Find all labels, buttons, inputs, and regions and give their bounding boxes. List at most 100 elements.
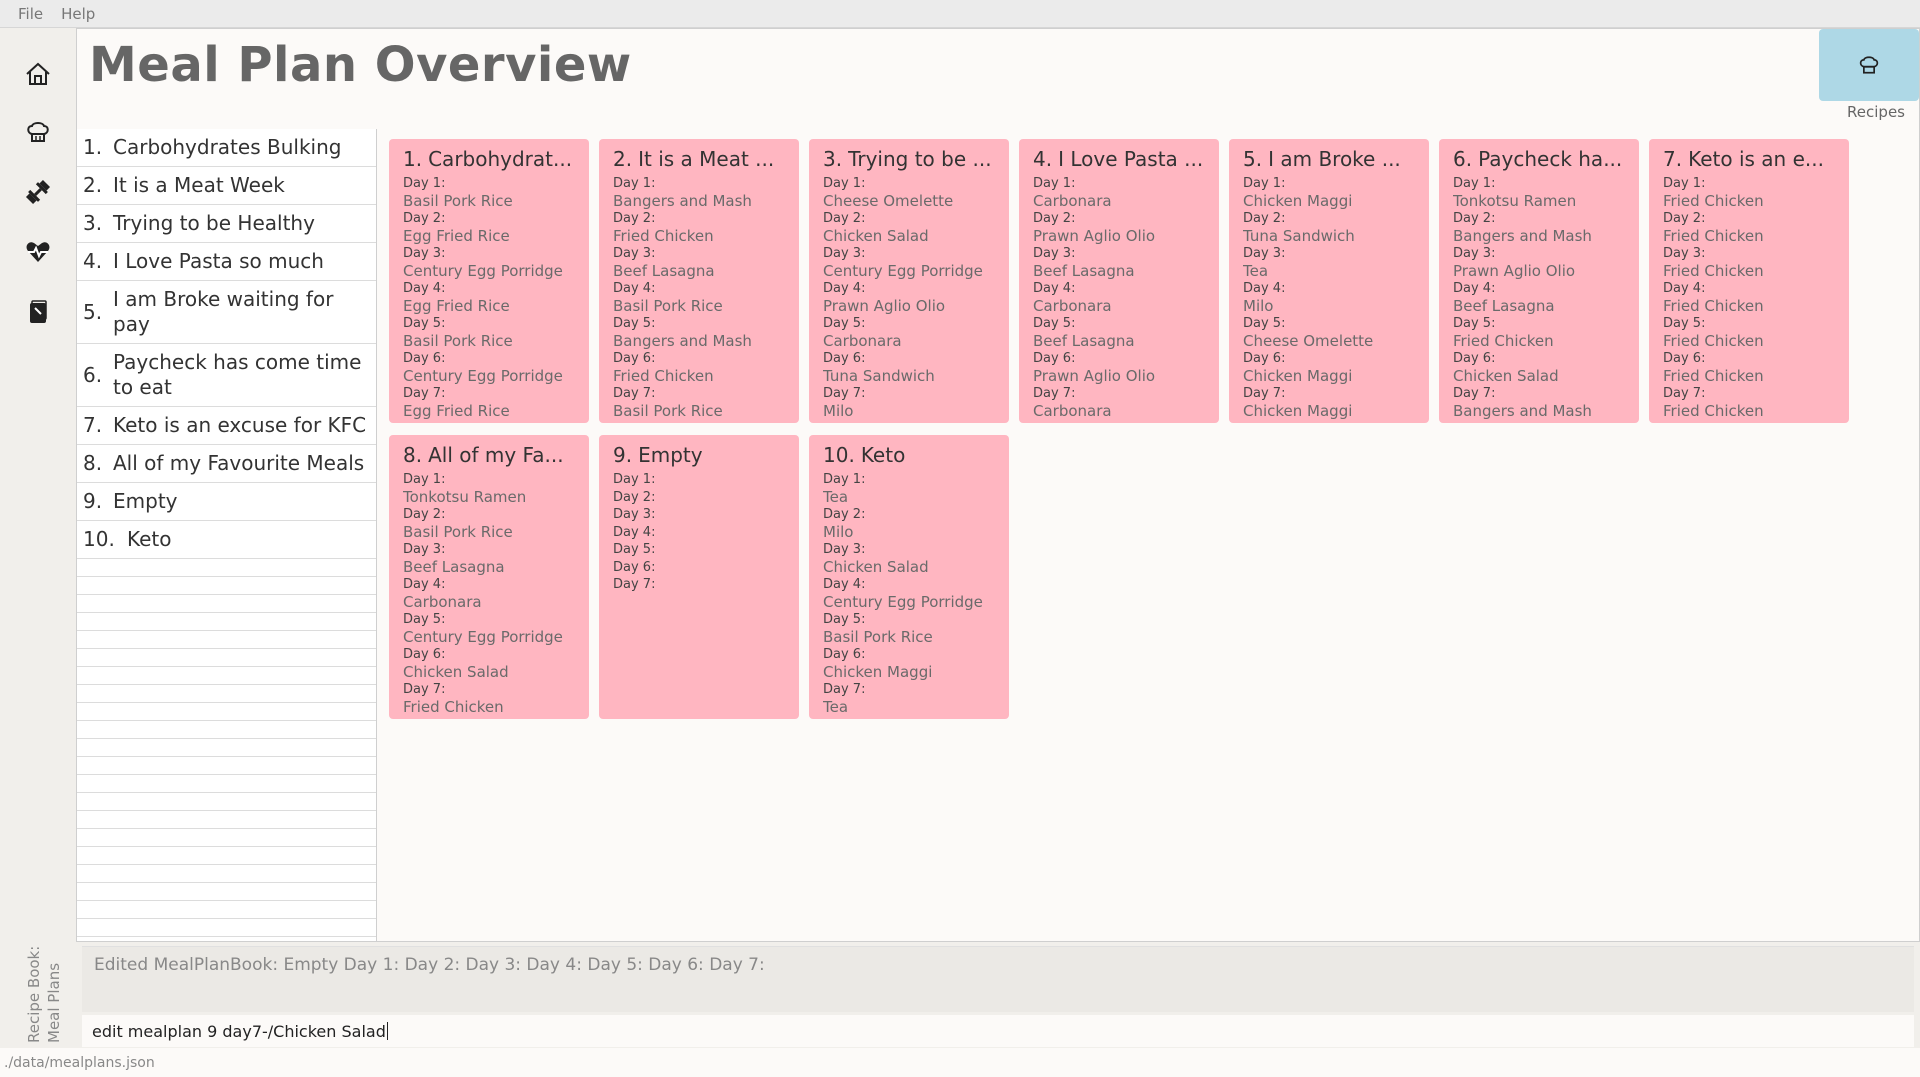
mealplan-card[interactable]: 5. I am Broke ... Day 1: Chicken Maggi Day 2… xyxy=(1229,139,1429,423)
command-input[interactable]: edit mealplan 9 day7-/Chicken Salad xyxy=(82,1015,1914,1047)
menu-help[interactable]: Help xyxy=(53,5,105,23)
day-label: Day 1: xyxy=(1663,176,1706,191)
day-label: Day 2: xyxy=(613,211,656,226)
day-label: Day 6: xyxy=(403,351,446,366)
mealplan-card[interactable]: 1. Carbohydrat... Day 1: Basil Pork Rice Day… xyxy=(389,139,589,423)
day-label: Day 6: xyxy=(1033,351,1076,366)
day-recipe: Basil Pork Rice xyxy=(613,402,723,420)
empty-list-row xyxy=(77,775,376,793)
empty-list-row xyxy=(77,721,376,739)
list-item[interactable]: 4. I Love Pasta so much xyxy=(77,243,376,281)
day-recipe: Beef Lasagna xyxy=(403,558,505,576)
list-item[interactable]: 8. All of my Favourite Meals xyxy=(77,445,376,483)
day-recipe: Tea xyxy=(823,698,849,716)
day-recipe: Basil Pork Rice xyxy=(613,297,723,315)
day-recipe: Chicken Salad xyxy=(403,663,509,681)
mealplan-card[interactable]: 7. Keto is an e... Day 1: Fried Chicken Day … xyxy=(1649,139,1849,423)
status-bar: ./data/mealplans.json xyxy=(0,1048,1920,1077)
card-title: 2. It is a Meat ... xyxy=(613,147,775,171)
recipe-book-icon[interactable] xyxy=(24,298,52,326)
empty-list-row xyxy=(77,865,376,883)
day-recipe: Prawn Aglio Olio xyxy=(1033,367,1156,385)
day-recipe: Milo xyxy=(1243,297,1274,315)
mealplan-card-grid: 1. Carbohydrat... Day 1: Basil Pork Rice Day… xyxy=(389,139,1909,939)
list-item[interactable]: 10. Keto xyxy=(77,521,376,559)
day-recipe: Prawn Aglio Olio xyxy=(1033,227,1156,245)
list-item[interactable]: 1. Carbohydrates Bulking xyxy=(77,129,376,167)
list-item[interactable]: 2. It is a Meat Week xyxy=(77,167,376,205)
day-recipe: Fried Chicken xyxy=(1663,332,1764,350)
day-label: Day 1: xyxy=(823,176,866,191)
day-label: Day 5: xyxy=(613,316,656,331)
day-recipe: Beef Lasagna xyxy=(1033,262,1135,280)
mealplan-card[interactable]: 3. Trying to be ... Day 1: Cheese Omelette D… xyxy=(809,139,1009,423)
day-recipe: Carbonara xyxy=(1033,192,1112,210)
mealplan-card[interactable]: 9. Empty Day 1: Day 2: Day 3: Day 4: Day 5: Day… xyxy=(599,435,799,719)
day-label: Day 4: xyxy=(403,281,446,296)
menu-file[interactable]: File xyxy=(0,5,53,23)
day-recipe: Century Egg Porridge xyxy=(403,628,563,646)
empty-list-row xyxy=(77,757,376,775)
day-label: Day 1: xyxy=(613,176,656,191)
day-label: Day 2: xyxy=(403,211,446,226)
day-label: Day 3: xyxy=(823,542,866,557)
day-label: Day 6: xyxy=(823,351,866,366)
day-label: Day 7: xyxy=(613,577,656,592)
mealplan-card[interactable]: 10. Keto Day 1: Tea Day 2: Milo Day 3: Chicken … xyxy=(809,435,1009,719)
empty-list-row xyxy=(77,883,376,901)
day-recipe: Carbonara xyxy=(823,332,902,350)
day-recipe: Carbonara xyxy=(403,593,482,611)
card-title: 4. I Love Pasta ... xyxy=(1033,147,1204,171)
list-item[interactable]: 6. Paycheck has come time to eat xyxy=(77,344,376,407)
empty-list-row xyxy=(77,703,376,721)
save-location: ./data/mealplans.json xyxy=(4,1054,155,1071)
day-recipe: Fried Chicken xyxy=(1663,262,1764,280)
mealplan-card[interactable]: 6. Paycheck ha... Day 1: Tonkotsu Ramen Day … xyxy=(1439,139,1639,423)
day-recipe: Beef Lasagna xyxy=(1033,332,1135,350)
empty-list-row xyxy=(77,847,376,865)
day-label: Day 2: xyxy=(403,507,446,522)
day-recipe: Century Egg Porridge xyxy=(823,593,983,611)
home-icon[interactable] xyxy=(24,60,52,88)
day-recipe: Fried Chicken xyxy=(403,698,504,716)
day-recipe: Cheese Omelette xyxy=(823,192,954,210)
day-recipe: Bangers and Mash xyxy=(613,332,752,350)
day-recipe: Tonkotsu Ramen xyxy=(1453,192,1577,210)
day-recipe: Basil Pork Rice xyxy=(403,523,513,541)
chef-hat-icon[interactable] xyxy=(24,118,52,146)
day-label: Day 3: xyxy=(403,542,446,557)
card-title: 10. Keto xyxy=(823,443,906,467)
day-label: Day 2: xyxy=(823,507,866,522)
day-recipe: Tuna Sandwich xyxy=(1243,227,1355,245)
chef-hat-icon xyxy=(1859,56,1879,74)
list-item[interactable]: 7. Keto is an excuse for KFC xyxy=(77,407,376,445)
day-label: Day 6: xyxy=(1663,351,1706,366)
day-recipe: Century Egg Porridge xyxy=(403,367,563,385)
empty-list-row xyxy=(77,613,376,631)
recipes-button[interactable] xyxy=(1819,29,1919,101)
list-item[interactable]: 9. Empty xyxy=(77,483,376,521)
day-recipe: Fried Chicken xyxy=(613,367,714,385)
empty-list-row xyxy=(77,631,376,649)
day-label: Day 1: xyxy=(823,472,866,487)
heartbeat-icon[interactable] xyxy=(24,238,52,266)
empty-list-row xyxy=(77,793,376,811)
list-item[interactable]: 3. Trying to be Healthy xyxy=(77,205,376,243)
mealplan-card[interactable]: 4. I Love Pasta ... Day 1: Carbonara Day 2: P… xyxy=(1019,139,1219,423)
mealplan-list[interactable]: 1. Carbohydrates Bulking 2. It is a Meat W… xyxy=(77,129,377,941)
mealplan-card[interactable]: 2. It is a Meat ... Day 1: Bangers and Mash… xyxy=(599,139,799,423)
day-label: Day 3: xyxy=(1453,246,1496,261)
mealplan-card[interactable]: 8. All of my Fa... Day 1: Tonkotsu Ramen Day… xyxy=(389,435,589,719)
day-label: Day 3: xyxy=(1033,246,1076,261)
list-item[interactable]: 5. I am Broke waiting for pay xyxy=(77,281,376,344)
dumbbell-icon[interactable] xyxy=(24,178,52,206)
day-label: Day 2: xyxy=(1243,211,1286,226)
day-label: Day 7: xyxy=(403,682,446,697)
day-label: Day 3: xyxy=(1243,246,1286,261)
day-label: Day 2: xyxy=(1663,211,1706,226)
day-label: Day 7: xyxy=(1033,386,1076,401)
empty-list-row xyxy=(77,595,376,613)
day-recipe: Chicken Salad xyxy=(823,227,929,245)
day-recipe: Tonkotsu Ramen xyxy=(403,488,527,506)
day-label: Day 4: xyxy=(1243,281,1286,296)
